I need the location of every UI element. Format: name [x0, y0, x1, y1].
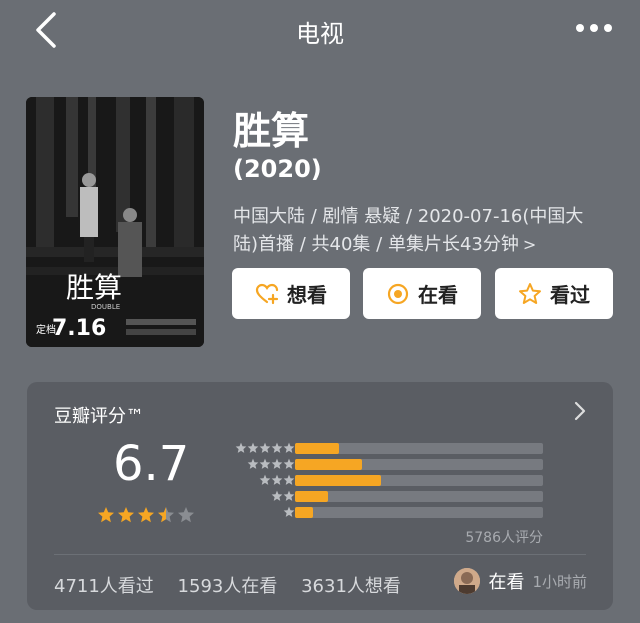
more-dots-icon[interactable] [574, 16, 614, 40]
rating-heading: 豆瓣评分™ [54, 406, 144, 427]
distribution-track [295, 443, 543, 454]
watching-button[interactable]: 在看 [363, 268, 481, 319]
watched-label: 看过 [550, 283, 590, 307]
page-title: 电视 [296, 20, 344, 48]
small-star-icon [283, 490, 295, 501]
distribution-bar [295, 475, 382, 486]
small-star-icon [235, 442, 247, 453]
distribution-star-label [283, 506, 295, 518]
distribution-bar [295, 491, 328, 502]
distribution-row [223, 488, 553, 504]
meta-chevron-icon: > [522, 235, 537, 254]
small-star-icon [283, 506, 295, 517]
small-star-icon [283, 474, 295, 485]
small-star-icon [271, 442, 283, 453]
poster-title-art: 胜算 [66, 271, 122, 304]
distribution-star-label [247, 458, 295, 470]
watching-count[interactable]: 1593人在看 [178, 576, 278, 597]
target-circle-icon [386, 282, 410, 306]
distribution-star-label [235, 442, 295, 454]
movie-title: 胜算 [233, 109, 310, 153]
want-to-watch-button[interactable]: 想看 [232, 268, 350, 319]
distribution-track [295, 507, 543, 518]
poster-image[interactable]: 胜算 DOUBLE 定档 7.16 [26, 97, 204, 347]
friend-time: 1小时前 [532, 572, 587, 591]
small-star-icon [271, 474, 283, 485]
wish-count[interactable]: 3631人想看 [301, 576, 401, 597]
small-star-icon [259, 474, 271, 485]
watched-count[interactable]: 4711人看过 [54, 576, 154, 597]
friend-status: 在看 [488, 572, 525, 593]
distribution-track [295, 459, 543, 470]
friend-activity[interactable]: 在看 1小时前 [454, 568, 587, 594]
distribution-row [223, 472, 553, 488]
movie-meta[interactable]: 中国大陆 / 剧情 悬疑 / 2020-07-16(中国大陆)首播 / 共40集… [233, 203, 605, 259]
movie-year: (2020) [233, 155, 322, 183]
distribution-bar [295, 507, 313, 518]
small-star-icon [247, 458, 259, 469]
distribution-row [223, 504, 553, 520]
distribution-track [295, 475, 543, 486]
rating-score: 6.7 [113, 436, 190, 492]
divider [54, 554, 586, 555]
rating-star-icon [98, 507, 114, 523]
small-star-icon [259, 458, 271, 469]
poster-subtitle: DOUBLE [91, 303, 120, 311]
avatar [454, 568, 481, 594]
top-bar: 电视 [0, 0, 640, 60]
distribution-bar [295, 459, 363, 470]
distribution-star-label [259, 474, 295, 486]
rating-distribution [223, 440, 553, 520]
rating-star-icon [118, 507, 134, 523]
watched-button[interactable]: 看过 [495, 268, 613, 319]
watching-label: 在看 [418, 283, 458, 307]
want-to-watch-label: 想看 [287, 283, 327, 307]
chevron-right-icon[interactable] [573, 400, 587, 422]
rating-star-icon [138, 507, 154, 523]
small-star-icon [271, 490, 283, 501]
poster-date: 7.16 [52, 316, 106, 341]
watch-stats: 4711人看过 1593人在看 3631人想看 [54, 572, 419, 598]
distribution-row [223, 440, 553, 456]
rating-card[interactable]: 豆瓣评分™ 6.7 5786人评分 4711人看过 1593人在看 3631人想… [27, 382, 613, 610]
heart-plus-icon [255, 282, 279, 306]
distribution-bar [295, 443, 339, 454]
small-star-icon [283, 442, 295, 453]
distribution-row [223, 456, 553, 472]
small-star-icon [247, 442, 259, 453]
rating-star-icon [178, 507, 194, 523]
small-star-icon [271, 458, 283, 469]
small-star-icon [283, 458, 295, 469]
small-star-icon [259, 442, 271, 453]
distribution-track [295, 491, 543, 502]
rating-stars [97, 506, 197, 524]
distribution-star-label [271, 490, 295, 502]
rating-star-icon [158, 507, 174, 523]
star-outline-icon [518, 282, 542, 306]
raters-count[interactable]: 5786人评分 [465, 527, 543, 547]
